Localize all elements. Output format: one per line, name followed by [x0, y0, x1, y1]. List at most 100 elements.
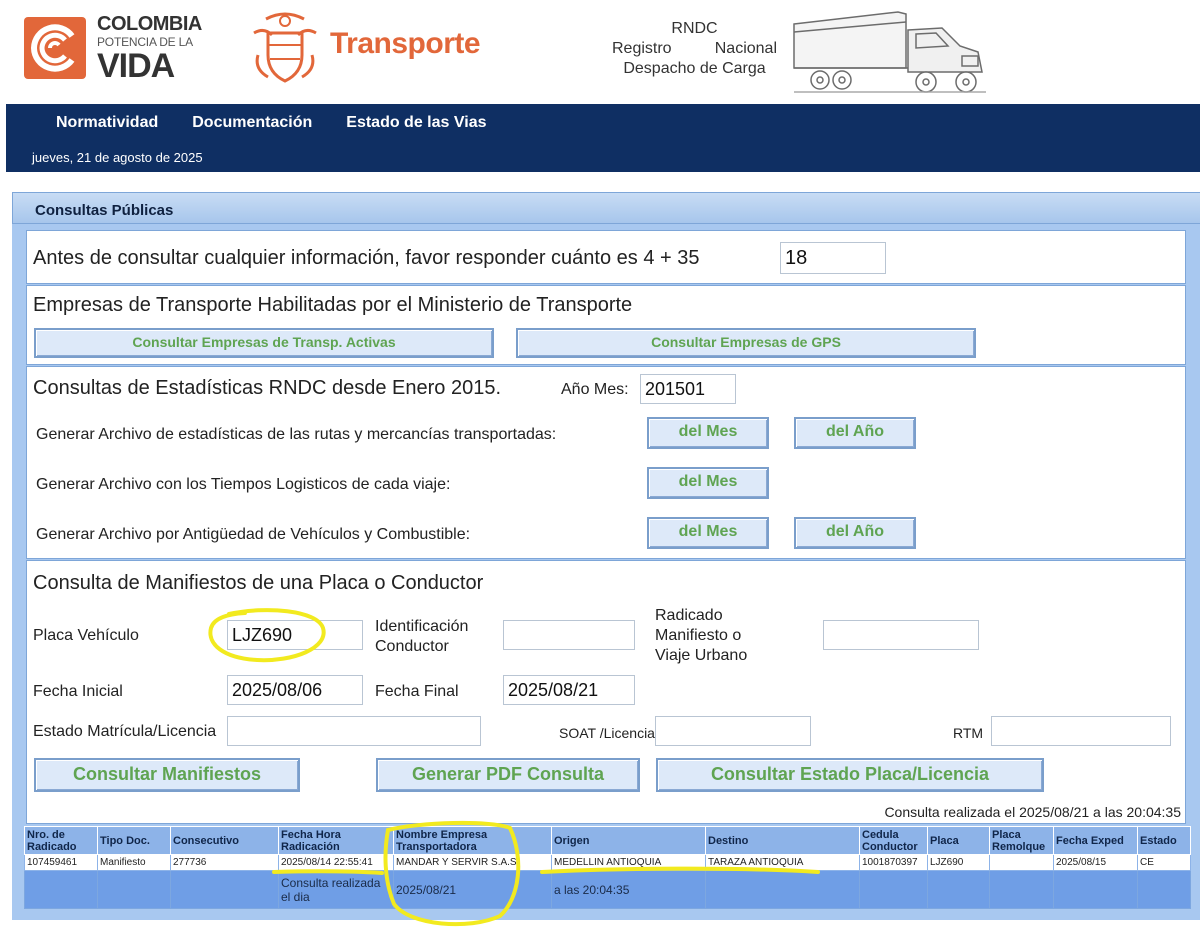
col-header-origen[interactable]: Origen — [551, 826, 706, 855]
consultar-estado-placa-button[interactable]: Consultar Estado Placa/Licencia — [656, 758, 1044, 792]
generar-pdf-button[interactable]: Generar PDF Consulta — [376, 758, 640, 792]
rndc-line-3: Despacho de Carga — [623, 60, 766, 77]
nav-menu: Normatividad Documentación Estado de las… — [6, 114, 486, 132]
identificacion-input[interactable] — [503, 620, 635, 650]
cell-estado: CE — [1137, 854, 1191, 871]
truck-icon — [793, 11, 986, 93]
results-table: Nro. de Radicado Tipo Doc. Consecutivo F… — [24, 826, 1191, 909]
nav-item-normatividad[interactable]: Normatividad — [56, 114, 158, 132]
cell-fecha-hora: 2025/08/14 22:55:41 — [278, 854, 394, 871]
captcha-question: Antes de consultar cualquier información… — [33, 247, 700, 269]
cell-tipo-doc: Manifiesto — [97, 854, 171, 871]
col-header-fecha-exped[interactable]: Fecha Exped — [1053, 826, 1138, 855]
nav-item-documentacion[interactable]: Documentación — [192, 114, 312, 132]
col-header-empresa[interactable]: Nombre Empresa Transportadora — [393, 826, 552, 855]
empresas-title: Empresas de Transporte Habilitadas por e… — [33, 294, 633, 316]
col-header-cedula[interactable]: Cedula Conductor — [859, 826, 928, 855]
panel-title: Consultas Públicas — [35, 202, 174, 219]
identificacion-label: Identificación Conductor — [375, 617, 468, 657]
coat-of-arms-icon — [253, 12, 317, 83]
estado-matricula-label: Estado Matrícula/Licencia — [33, 723, 217, 740]
estadisticas-title: Consultas de Estadísticas RNDC desde Ene… — [33, 377, 502, 399]
col-header-tipo-doc[interactable]: Tipo Doc. — [97, 826, 171, 855]
cell-placa: LJZ690 — [927, 854, 990, 871]
col-header-nro-radicado[interactable]: Nro. de Radicado — [24, 826, 98, 855]
footer-consulta-label: Consulta realizada el dia — [278, 870, 394, 909]
estadisticas-rutas-label: Generar Archivo de estadísticas de las r… — [36, 426, 557, 443]
col-header-placa-remolque[interactable]: Placa Remolque — [989, 826, 1054, 855]
rtm-input[interactable] — [991, 716, 1171, 746]
col-header-placa[interactable]: Placa — [927, 826, 990, 855]
radicado-input[interactable] — [823, 620, 979, 650]
table-footer-row: Consulta realizada el dia 2025/08/21 a l… — [24, 870, 1191, 909]
footer-consulta-time: a las 20:04:35 — [551, 870, 706, 909]
identificacion-label-1: Identificación — [375, 618, 469, 635]
antiguedad-del-mes-button[interactable]: del Mes — [647, 517, 769, 549]
nav-item-estado-vias[interactable]: Estado de las Vias — [346, 114, 486, 132]
tiempos-logisticos-label: Generar Archivo con los Tiempos Logistic… — [36, 476, 451, 493]
fecha-final-label: Fecha Final — [375, 683, 459, 700]
cell-origen: MEDELLIN ANTIOQUIA — [551, 854, 706, 871]
colombia-wordmark: COLOMBIA POTENCIA DE LA VIDA — [97, 14, 202, 83]
cell-fecha-exped: 2025/08/15 — [1053, 854, 1138, 871]
colombia-logo-icon — [24, 17, 86, 79]
radicado-label-3: Viaje Urbano — [655, 647, 748, 664]
fecha-final-input[interactable] — [503, 675, 635, 705]
fecha-inicial-input[interactable] — [227, 675, 363, 705]
col-header-estado[interactable]: Estado — [1137, 826, 1191, 855]
site-header: COLOMBIA POTENCIA DE LA VIDA Transporte … — [0, 0, 1200, 104]
table-header-row: Nro. de Radicado Tipo Doc. Consecutivo F… — [24, 826, 1191, 855]
col-header-destino[interactable]: Destino — [705, 826, 860, 855]
empresas-activas-button[interactable]: Consultar Empresas de Transp. Activas — [34, 328, 494, 358]
cell-destino: TARAZA ANTIOQUIA — [705, 854, 860, 871]
current-date: jueves, 21 de agosto de 2025 — [32, 150, 203, 165]
consultar-manifiestos-button[interactable]: Consultar Manifiestos — [34, 758, 300, 792]
radicado-label-1: Radicado — [655, 607, 723, 624]
main-nav: Normatividad Documentación Estado de las… — [6, 104, 1200, 172]
rndc-line-2: Registro Nacional — [612, 39, 777, 59]
soat-label: SOAT /Licencia — [559, 725, 655, 741]
captcha-answer-input[interactable] — [780, 242, 886, 274]
captcha-section: Antes de consultar cualquier información… — [26, 230, 1186, 284]
antiguedad-del-anio-button[interactable]: del Año — [794, 517, 916, 549]
manifiestos-title: Consulta de Manifiestos de una Placa o C… — [33, 572, 484, 594]
rndc-title: RNDC Registro Nacional Despacho de Carga — [612, 19, 777, 79]
logo-line-3: VIDA — [97, 47, 175, 85]
rndc-line-2b: Nacional — [714, 40, 777, 57]
ministry-name: Transporte — [330, 27, 481, 60]
cell-nro-radicado: 107459461 — [24, 854, 98, 871]
logo-line-1: COLOMBIA — [97, 13, 202, 35]
anio-mes-label: Año Mes: — [561, 381, 629, 398]
radicado-label-2: Manifiesto o — [655, 627, 742, 644]
rndc-line-1: RNDC — [671, 20, 718, 37]
table-row[interactable]: 107459461 Manifiesto 277736 2025/08/14 2… — [24, 854, 1191, 871]
footer-consulta-date: 2025/08/21 — [393, 870, 552, 909]
rndc-line-2a: Registro — [612, 40, 672, 57]
anio-mes-input[interactable] — [640, 374, 736, 404]
fecha-inicial-label: Fecha Inicial — [33, 683, 123, 700]
antiguedad-vehiculos-label: Generar Archivo por Antigüedad de Vehícu… — [36, 526, 471, 543]
estado-matricula-input[interactable] — [227, 716, 481, 746]
estadisticas-section: Consultas de Estadísticas RNDC desde Ene… — [26, 366, 1186, 559]
placa-input[interactable] — [227, 620, 363, 650]
soat-input[interactable] — [655, 716, 811, 746]
identificacion-label-2: Conductor — [375, 638, 449, 655]
col-header-consecutivo[interactable]: Consecutivo — [170, 826, 279, 855]
radicado-label: Radicado Manifiesto o Viaje Urbano — [655, 606, 747, 666]
rtm-label: RTM — [953, 725, 984, 741]
tiempos-del-mes-button[interactable]: del Mes — [647, 467, 769, 499]
cell-empresa: MANDAR Y SERVIR S.A.S. — [393, 854, 552, 871]
manifiestos-section: Consulta de Manifiestos de una Placa o C… — [26, 560, 1186, 824]
empresas-section: Empresas de Transporte Habilitadas por e… — [26, 285, 1186, 365]
empresas-gps-button[interactable]: Consultar Empresas de GPS — [516, 328, 976, 358]
rutas-del-mes-button[interactable]: del Mes — [647, 417, 769, 449]
cell-placa-remolque — [989, 854, 1054, 871]
consultas-panel: Antes de consultar cualquier información… — [12, 224, 1200, 920]
consulta-realizada-note: Consulta realizada el 2025/08/21 a las 2… — [884, 804, 1181, 820]
rutas-del-anio-button[interactable]: del Año — [794, 417, 916, 449]
panel-header: Consultas Públicas — [12, 192, 1200, 224]
placa-label: Placa Vehículo — [33, 627, 139, 644]
cell-cedula: 1001870397 — [859, 854, 928, 871]
cell-consecutivo: 277736 — [170, 854, 279, 871]
col-header-fecha-hora[interactable]: Fecha Hora Radicación — [278, 826, 394, 855]
